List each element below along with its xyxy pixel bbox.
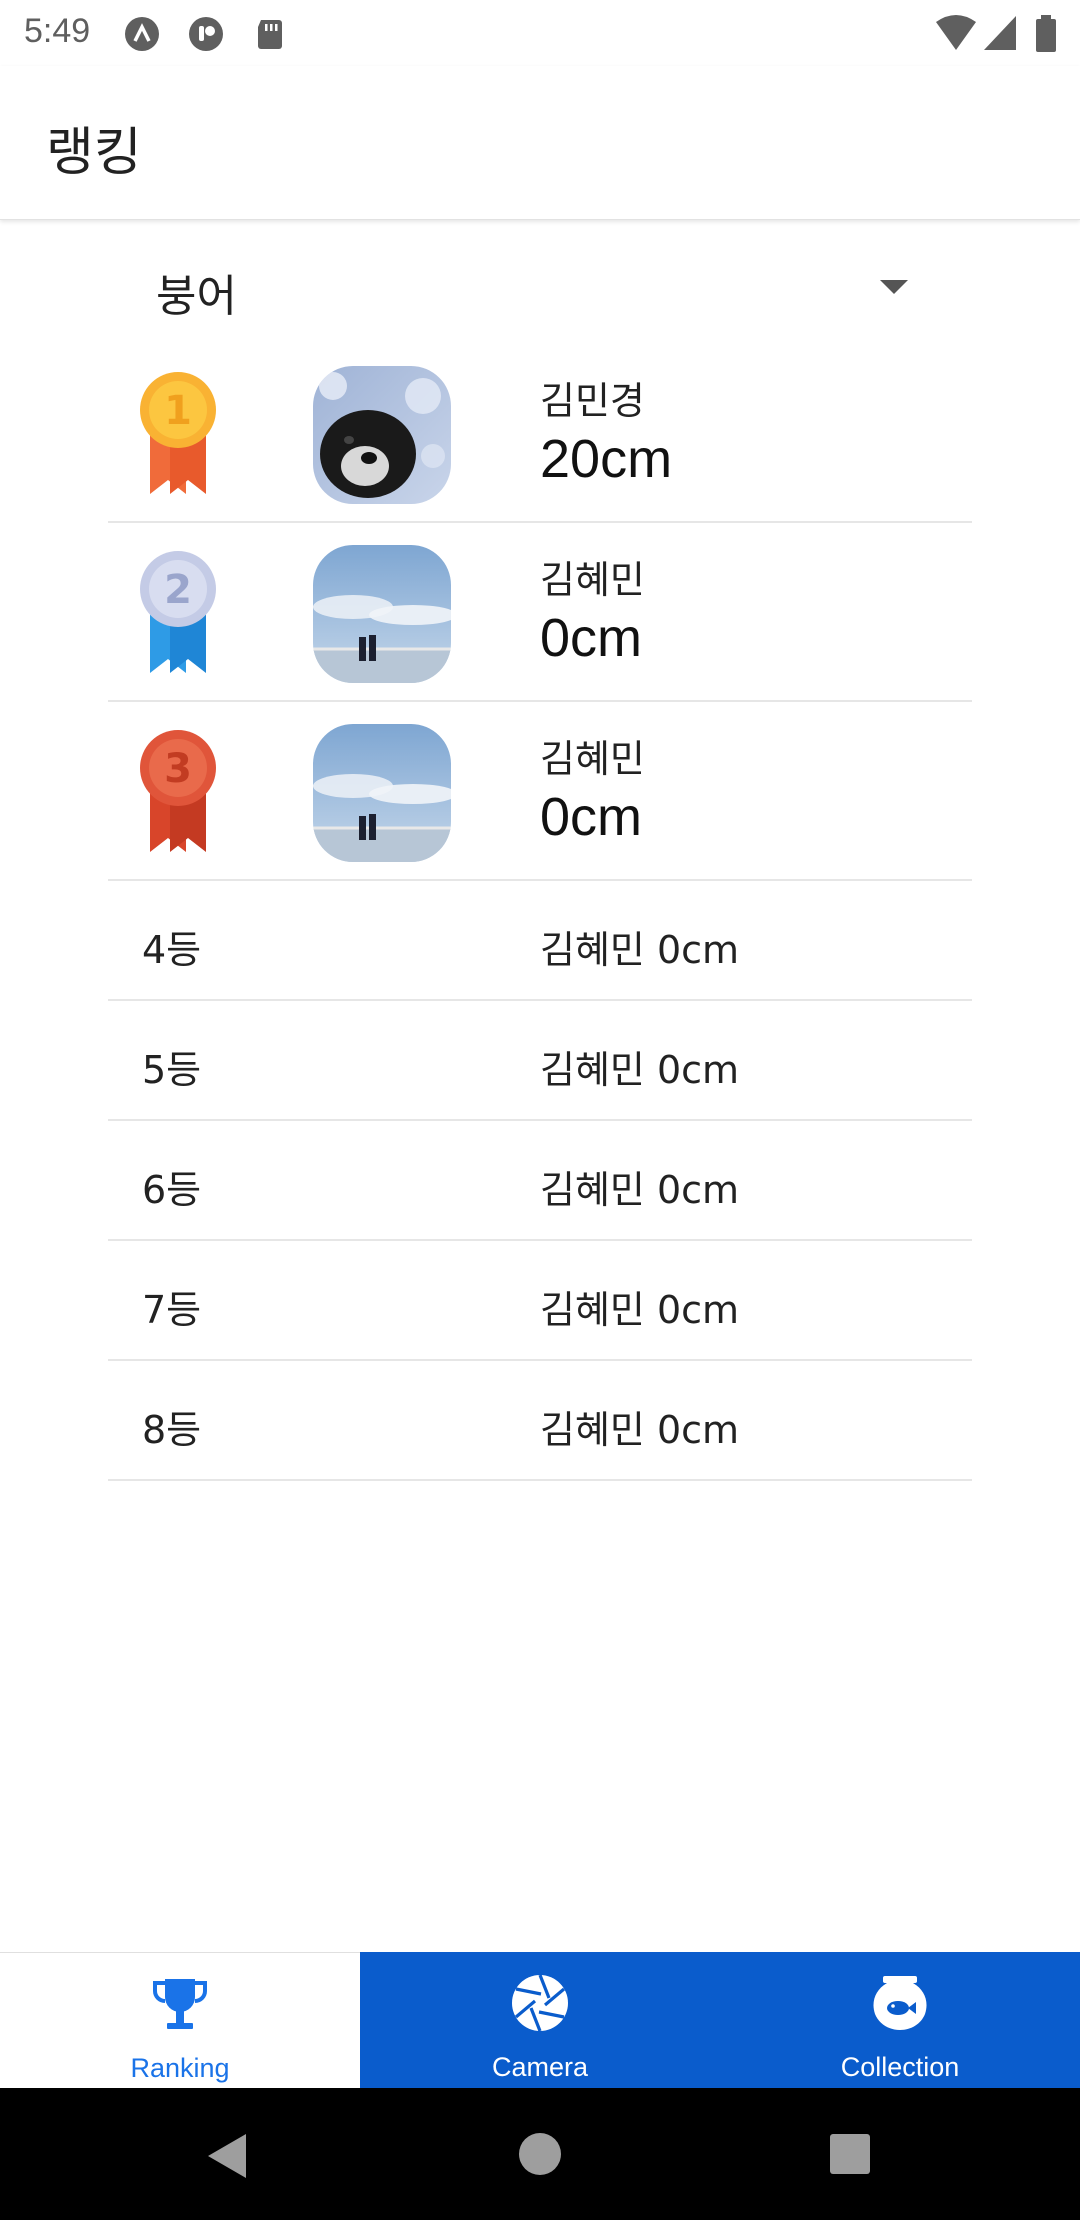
page-title: 랭킹	[46, 123, 142, 183]
rank-row-7[interactable]: 7등 김혜민 0cm	[108, 1241, 972, 1361]
nav-tab-ranking[interactable]: Ranking	[0, 1952, 360, 2088]
rank-row-6[interactable]: 6등 김혜민 0cm	[108, 1121, 972, 1241]
rank-entry-text: 김혜민 0cm	[540, 1048, 740, 1092]
rank-row-5[interactable]: 5등 김혜민 0cm	[108, 1001, 972, 1121]
app-notification-icon	[125, 17, 159, 51]
trophy-icon	[153, 1979, 207, 2029]
nav-label-collection: Collection	[840, 2052, 960, 2082]
species-dropdown[interactable]: 붕어	[108, 232, 928, 342]
silver-medal-icon: 2	[140, 551, 216, 673]
bronze-medal-icon: 3	[140, 730, 216, 852]
app-bar: 랭킹	[0, 66, 1080, 220]
rank-label: 7등	[142, 1288, 202, 1332]
status-bar: 5:49	[0, 0, 1080, 66]
recents-icon[interactable]	[828, 2132, 872, 2176]
nav-label-camera: Camera	[491, 2052, 589, 2082]
rank-entry-text: 김혜민 0cm	[540, 928, 740, 972]
back-icon[interactable]	[204, 2132, 250, 2180]
fishbowl-icon	[873, 1976, 927, 2030]
app-notification-icon-2	[189, 17, 223, 51]
rank-entry-text: 김혜민 0cm	[540, 1408, 740, 1452]
rank-2-name: 김혜민	[540, 558, 645, 602]
top-rank-row-2[interactable]: 2 김혜민 0cm	[108, 523, 972, 702]
nav-label-ranking: Ranking	[130, 2053, 230, 2083]
rank-2-length: 0cm	[540, 608, 643, 668]
system-navigation-bar	[0, 2088, 1080, 2220]
rank-3-name: 김혜민	[540, 737, 645, 781]
rank-label: 4등	[142, 928, 202, 972]
top-rank-row-1[interactable]: 1 김민경 20cm	[108, 344, 972, 523]
rank-entry-text: 김혜민 0cm	[540, 1288, 740, 1332]
rank-row-8[interactable]: 8등 김혜민 0cm	[108, 1361, 972, 1481]
camera-aperture-icon	[512, 1974, 568, 2032]
battery-icon	[1036, 15, 1056, 52]
gold-medal-icon: 1	[140, 372, 216, 494]
home-icon[interactable]	[518, 2132, 562, 2176]
user-photo-sky	[313, 545, 451, 683]
user-photo-sky	[313, 724, 451, 862]
svg-text:2: 2	[164, 567, 192, 613]
sd-card-icon	[258, 20, 282, 49]
rank-1-name: 김민경	[540, 379, 645, 423]
dropdown-arrow-icon	[880, 280, 908, 294]
svg-text:3: 3	[164, 746, 192, 792]
rank-label: 8등	[142, 1408, 202, 1452]
rank-row-4[interactable]: 4등 김혜민 0cm	[108, 881, 972, 1001]
signal-icon	[984, 16, 1016, 50]
svg-text:1: 1	[164, 388, 192, 434]
nav-tab-camera[interactable]: Camera	[360, 1952, 720, 2088]
status-time: 5:49	[24, 12, 91, 50]
wifi-icon	[936, 15, 976, 50]
top-rank-row-3[interactable]: 3 김혜민 0cm	[108, 702, 972, 881]
rank-entry-text: 김혜민 0cm	[540, 1168, 740, 1212]
nav-tab-collection[interactable]: Collection	[720, 1952, 1080, 2088]
rank-3-length: 0cm	[540, 787, 643, 847]
rank-label: 6등	[142, 1168, 202, 1212]
bottom-navigation: Ranking Camera Collection	[0, 1952, 1080, 2088]
user-photo-dog	[313, 366, 451, 504]
rank-1-length: 20cm	[540, 429, 673, 489]
species-dropdown-value: 붕어	[156, 271, 237, 322]
rank-label: 5등	[142, 1048, 202, 1092]
